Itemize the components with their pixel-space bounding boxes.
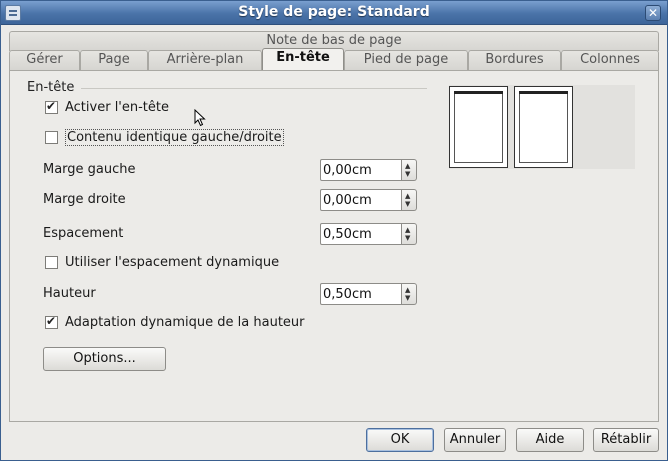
activate-header-checkbox[interactable]: Activer l'en-tête bbox=[45, 98, 169, 116]
preview-right-page bbox=[514, 86, 573, 168]
tab-page-label: Page bbox=[98, 52, 130, 67]
height-label: Hauteur bbox=[43, 286, 96, 301]
preview-header-bar bbox=[519, 91, 568, 94]
right-margin-field[interactable] bbox=[320, 189, 402, 211]
same-content-label: Contenu identique gauche/droite bbox=[65, 128, 284, 146]
spin-arrows[interactable]: ▲ ▼ bbox=[402, 223, 417, 245]
preview-header-bar bbox=[454, 91, 503, 94]
title-bar: Style de page: Standard ✕ bbox=[1, 1, 667, 25]
spacing-field[interactable] bbox=[320, 223, 402, 245]
chevron-down-icon[interactable]: ▼ bbox=[405, 171, 410, 178]
autofit-height-checkbox[interactable]: Adaptation dynamique de la hauteur bbox=[45, 313, 305, 331]
options-button[interactable]: Options... bbox=[43, 347, 166, 371]
right-margin-label: Marge droite bbox=[43, 192, 126, 207]
dynamic-spacing-label: Utiliser l'espacement dynamique bbox=[65, 254, 280, 270]
page-preview bbox=[449, 85, 635, 169]
page-style-dialog: Style de page: Standard ✕ Note de bas de… bbox=[0, 0, 668, 461]
spacing-stepper[interactable]: ▲ ▼ bbox=[320, 223, 417, 245]
spin-arrows[interactable]: ▲ ▼ bbox=[402, 159, 417, 181]
close-icon: ✕ bbox=[647, 6, 659, 20]
reset-button[interactable]: Rétablir bbox=[593, 428, 659, 452]
tab-row-front: Gérer Page Arrière-plan En-tête Pied de … bbox=[9, 48, 659, 70]
checkbox-box bbox=[45, 314, 58, 329]
chevron-down-icon[interactable]: ▼ bbox=[405, 201, 410, 208]
tab-footnote-label: Note de bas de page bbox=[266, 33, 402, 48]
group-divider bbox=[81, 88, 427, 89]
tab-footer[interactable]: Pied de page bbox=[344, 50, 468, 70]
tab-background[interactable]: Arrière-plan bbox=[148, 50, 262, 70]
tab-manage-label: Gérer bbox=[26, 52, 63, 67]
checkbox-box bbox=[45, 130, 58, 144]
window-title: Style de page: Standard bbox=[238, 4, 430, 20]
mouse-pointer-icon bbox=[194, 109, 206, 127]
tab-columns-label: Colonnes bbox=[580, 52, 640, 67]
autofit-height-label: Adaptation dynamique de la hauteur bbox=[65, 314, 305, 330]
left-margin-field[interactable] bbox=[320, 159, 402, 181]
spin-arrows[interactable]: ▲ ▼ bbox=[402, 189, 417, 211]
chevron-down-icon[interactable]: ▼ bbox=[405, 295, 410, 302]
checkbox-box bbox=[45, 99, 58, 114]
left-margin-label: Marge gauche bbox=[43, 162, 136, 177]
close-button[interactable]: ✕ bbox=[645, 5, 661, 21]
chevron-up-icon[interactable]: ▲ bbox=[405, 287, 410, 294]
help-button[interactable]: Aide bbox=[516, 428, 584, 452]
dynamic-spacing-checkbox[interactable]: Utiliser l'espacement dynamique bbox=[45, 253, 279, 271]
tab-page[interactable]: Page bbox=[80, 50, 148, 70]
tab-manage[interactable]: Gérer bbox=[9, 50, 80, 70]
spacing-label: Espacement bbox=[43, 226, 124, 241]
tab-columns[interactable]: Colonnes bbox=[561, 50, 659, 70]
ok-button[interactable]: OK bbox=[366, 428, 434, 452]
height-field[interactable] bbox=[320, 283, 402, 305]
chevron-up-icon[interactable]: ▲ bbox=[405, 163, 410, 170]
cancel-button[interactable]: Annuler bbox=[444, 428, 506, 452]
checkbox-box bbox=[45, 255, 58, 269]
preview-page-area bbox=[454, 91, 503, 163]
tab-borders-label: Bordures bbox=[485, 52, 544, 67]
tab-borders[interactable]: Bordures bbox=[468, 50, 561, 70]
header-group-title: En-tête bbox=[27, 80, 75, 95]
chevron-down-icon[interactable]: ▼ bbox=[405, 235, 410, 242]
right-margin-stepper[interactable]: ▲ ▼ bbox=[320, 189, 417, 211]
chevron-up-icon[interactable]: ▲ bbox=[405, 227, 410, 234]
activate-header-label: Activer l'en-tête bbox=[65, 99, 169, 115]
tab-header[interactable]: En-tête bbox=[262, 48, 344, 70]
left-margin-stepper[interactable]: ▲ ▼ bbox=[320, 159, 417, 181]
same-content-checkbox[interactable]: Contenu identique gauche/droite bbox=[45, 128, 284, 146]
tab-footer-label: Pied de page bbox=[363, 52, 449, 67]
tab-background-label: Arrière-plan bbox=[166, 52, 244, 67]
spin-arrows[interactable]: ▲ ▼ bbox=[402, 283, 417, 305]
chevron-up-icon[interactable]: ▲ bbox=[405, 193, 410, 200]
preview-page-area bbox=[519, 91, 568, 163]
tab-header-label: En-tête bbox=[276, 50, 330, 65]
preview-left-page bbox=[449, 86, 508, 168]
height-stepper[interactable]: ▲ ▼ bbox=[320, 283, 417, 305]
